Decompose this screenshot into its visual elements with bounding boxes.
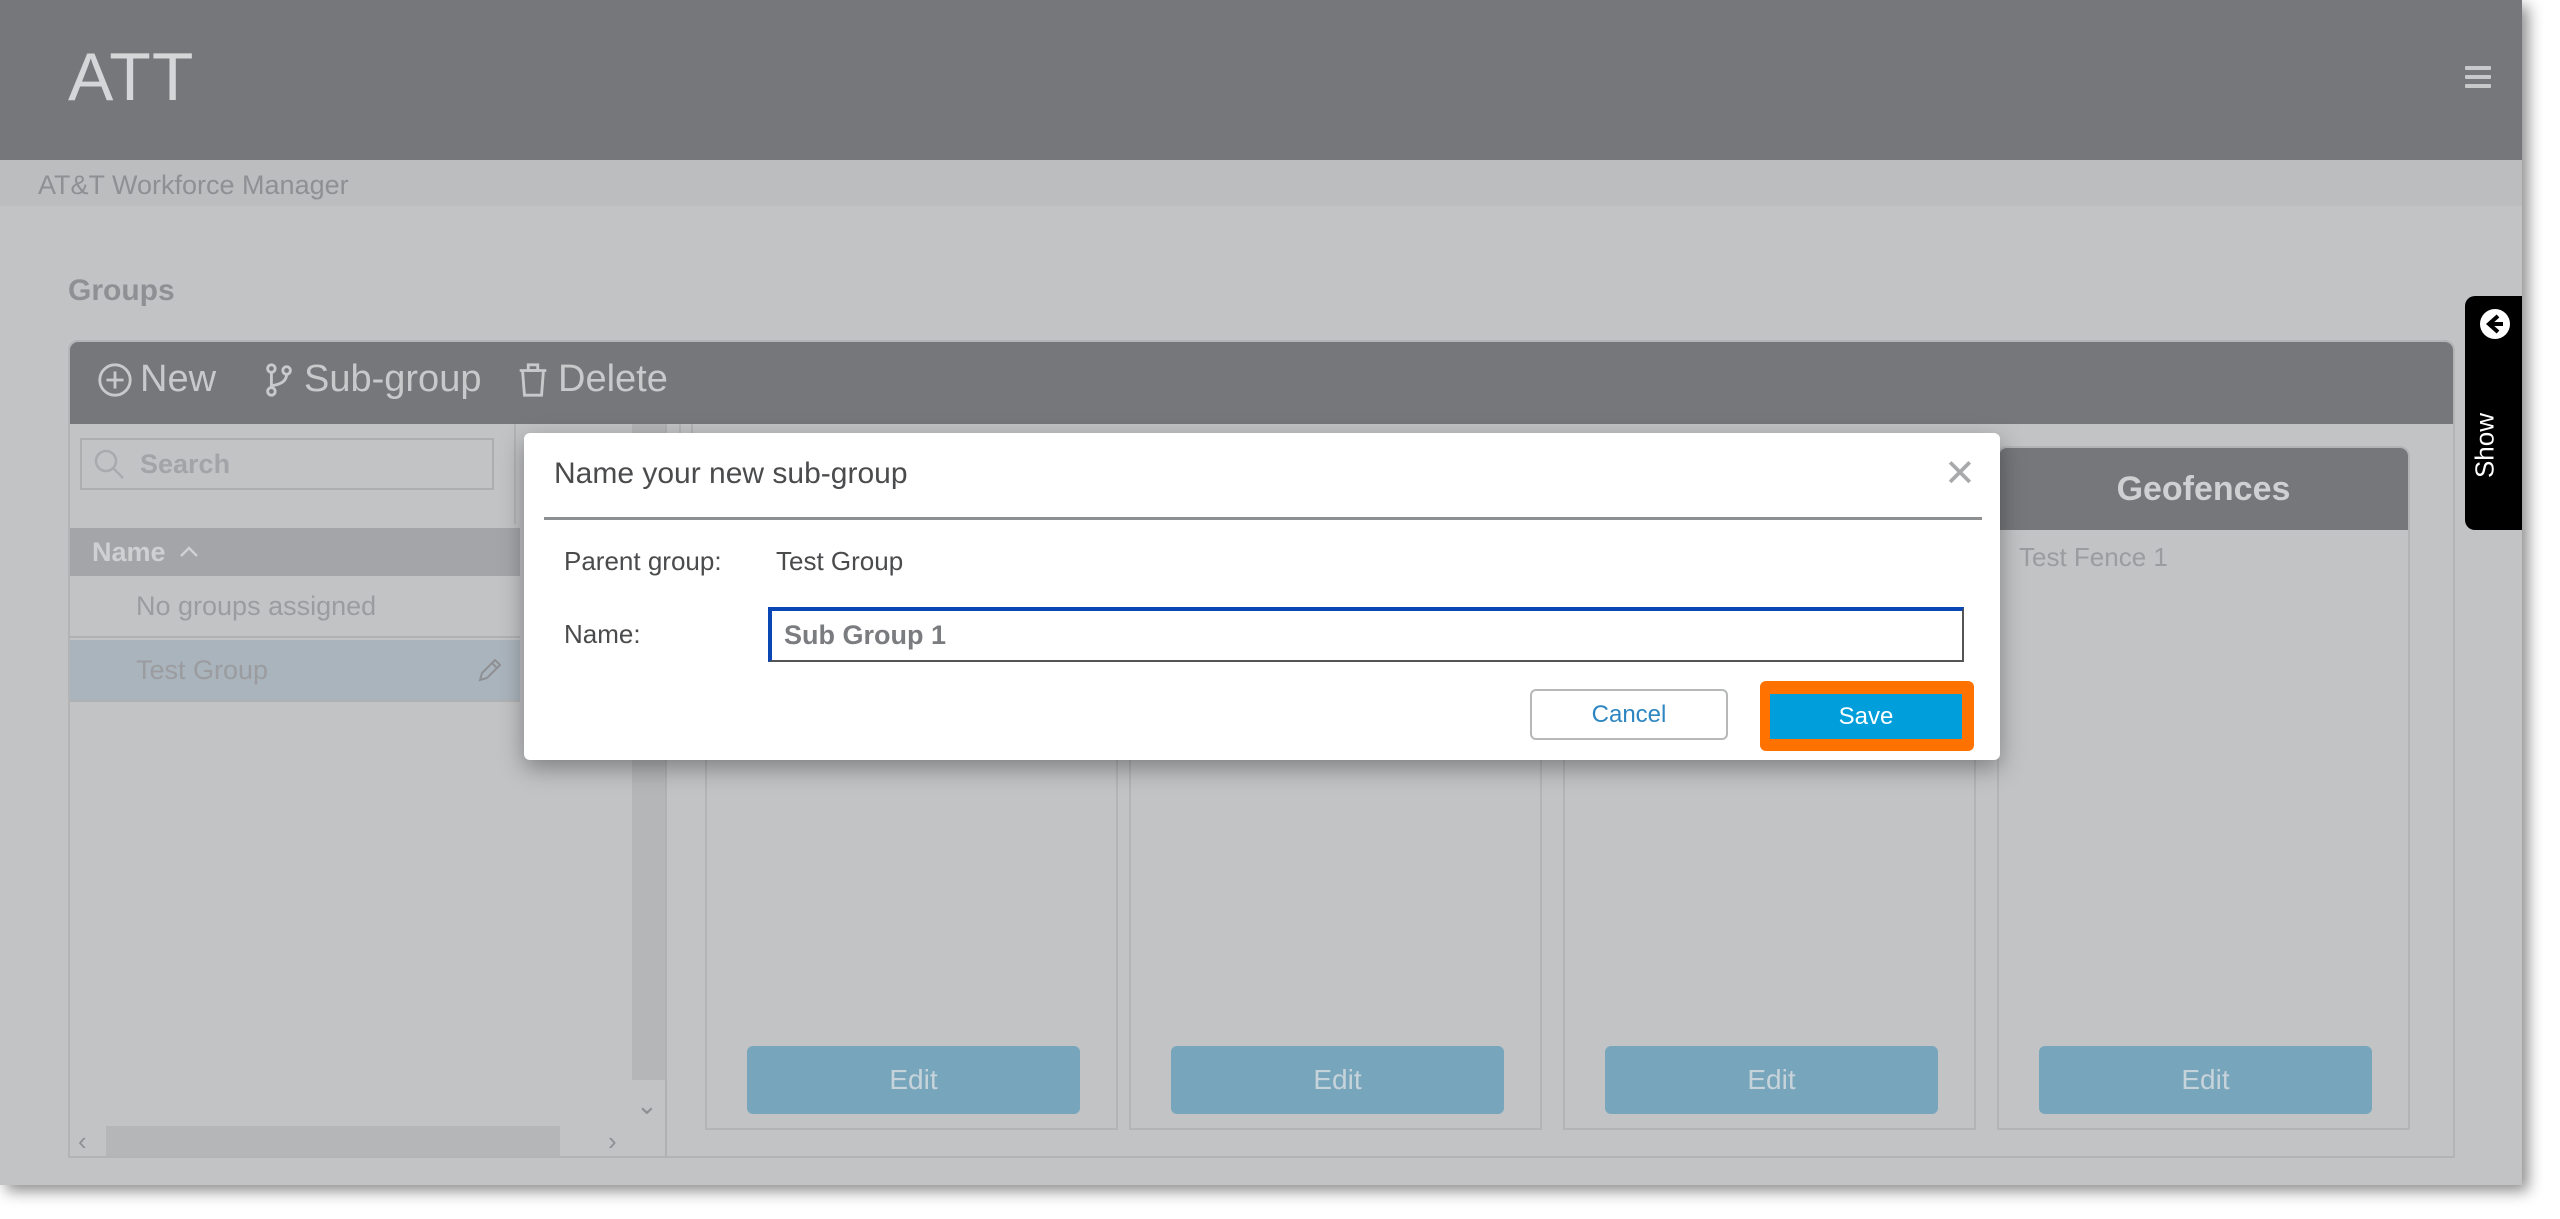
divider — [544, 517, 1982, 520]
search-input[interactable] — [140, 448, 480, 480]
new-button-label: New — [140, 358, 217, 400]
parent-group-value: Test Group — [776, 546, 904, 576]
card-geofences: Geofences Test Fence 1 Edit — [1997, 446, 2410, 1130]
search-icon — [94, 449, 124, 479]
name-column-header[interactable]: Name — [70, 528, 520, 576]
chevron-up-icon — [179, 546, 198, 557]
card-header: Geofences — [1999, 448, 2408, 530]
horizontal-scrollbar[interactable]: ‹ › — [70, 1126, 630, 1156]
edit-button[interactable]: Edit — [747, 1046, 1080, 1114]
search-box — [80, 438, 494, 490]
sub-group-button[interactable]: Sub-group — [260, 358, 481, 401]
chevron-right-icon[interactable]: › — [608, 1126, 617, 1157]
card-title: Geofences — [2116, 469, 2291, 508]
sub-group-button-label: Sub-group — [304, 358, 482, 400]
app-logo: ATT — [68, 39, 195, 115]
divider — [514, 424, 516, 524]
list-item-label: No groups assigned — [136, 590, 377, 621]
app-name: AT&T Workforce Manager — [38, 170, 349, 200]
delete-button[interactable]: Delete — [514, 358, 668, 401]
edit-button[interactable]: Edit — [2039, 1046, 2372, 1114]
close-icon[interactable]: ✕ — [1944, 455, 1976, 493]
new-button[interactable]: New — [96, 358, 216, 401]
hamburger-menu-icon[interactable] — [2465, 66, 2491, 88]
save-button[interactable]: Save — [1770, 694, 1962, 739]
pencil-icon[interactable] — [476, 656, 504, 684]
chevron-left-icon[interactable]: ‹ — [78, 1126, 87, 1157]
card-item: Test Fence 1 — [2019, 542, 2168, 572]
list-item-selected[interactable]: Test Group — [70, 640, 520, 702]
edit-button[interactable]: Edit — [1605, 1046, 1938, 1114]
plus-circle-icon — [98, 362, 132, 397]
page-title: Groups — [68, 274, 175, 307]
new-subgroup-dialog: Name your new sub-group ✕ Parent group: … — [524, 433, 2000, 760]
name-column-label: Name — [92, 536, 166, 567]
show-side-panel-tab[interactable]: Show — [2465, 296, 2522, 530]
list-item-label: Test Group — [136, 654, 269, 685]
cancel-button[interactable]: Cancel — [1530, 689, 1728, 740]
trash-icon — [519, 362, 547, 397]
subgroup-name-input[interactable] — [768, 607, 1964, 662]
horizontal-scrollbar-thumb[interactable] — [106, 1126, 560, 1156]
show-label: Show — [2469, 412, 2500, 479]
arrow-left-circle-icon — [2480, 309, 2510, 339]
branch-icon — [266, 362, 292, 397]
chevron-down-icon[interactable]: ⌄ — [636, 1090, 658, 1121]
app-header: ATT — [0, 0, 2522, 160]
edit-button[interactable]: Edit — [1171, 1046, 1504, 1114]
name-label: Name: — [564, 619, 641, 649]
toolbar: New Sub-group Delete — [70, 342, 2453, 424]
parent-group-label: Parent group: — [564, 546, 722, 576]
subheader: AT&T Workforce Manager — [0, 160, 2522, 206]
delete-button-label: Delete — [558, 358, 668, 400]
dialog-title: Name your new sub-group — [554, 457, 908, 490]
list-item[interactable]: No groups assigned — [70, 576, 520, 638]
app-page: ATT AT&T Workforce Manager Groups New Su… — [0, 0, 2522, 1185]
